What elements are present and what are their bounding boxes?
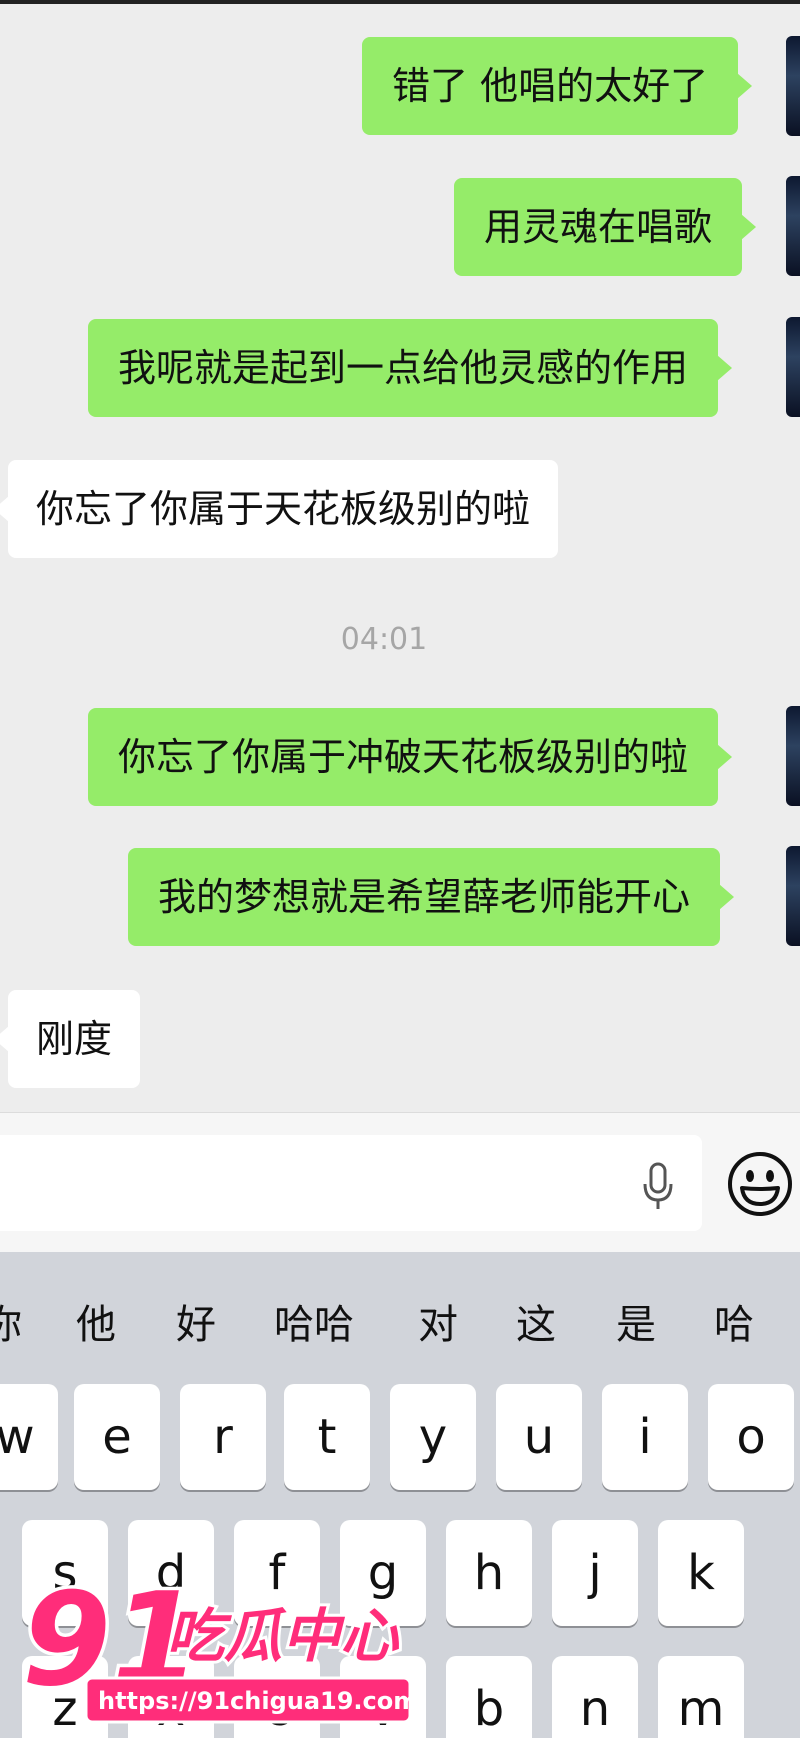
candidate-word[interactable]: 对 <box>418 1292 458 1350</box>
watermark-logo: 91 吃瓜中心 https://91chigua19.com <box>19 1566 418 1724</box>
watermark-url: https://91chigua19.com <box>98 1687 418 1715</box>
candidate-word[interactable]: 是 <box>616 1292 656 1350</box>
message-bubble-outgoing[interactable]: 你忘了你属于冲破天花板级别的啦 <box>88 708 733 806</box>
watermark-name: 吃瓜中心 <box>166 1602 400 1670</box>
message-bubble-incoming[interactable]: 你忘了你属于天花板级别的啦 <box>0 460 559 558</box>
message-bubble-incoming[interactable]: 刚度 <box>0 990 141 1088</box>
input-bar <box>0 1112 800 1252</box>
message-bubble-outgoing[interactable]: 用灵魂在唱歌 <box>454 178 757 276</box>
key-o[interactable]: o <box>708 1384 794 1490</box>
key-h[interactable]: h <box>446 1520 532 1626</box>
key-e[interactable]: e <box>74 1384 160 1490</box>
key-u[interactable]: u <box>496 1384 582 1490</box>
message-timestamp: 04:01 <box>340 622 428 657</box>
avatar[interactable] <box>786 846 800 946</box>
avatar[interactable] <box>786 317 800 417</box>
key-y[interactable]: y <box>390 1384 476 1490</box>
candidate-word[interactable]: 哈哈 <box>274 1292 354 1350</box>
avatar[interactable] <box>786 36 800 136</box>
key-j[interactable]: j <box>552 1520 638 1626</box>
key-n[interactable]: n <box>552 1656 638 1738</box>
key-w[interactable]: w <box>0 1384 58 1490</box>
chat-screen: 错了 他唱的太好了 用灵魂在唱歌 我呢就是起到一点给他灵感的作用 你忘了你属于天… <box>0 0 800 1738</box>
candidate-word[interactable]: 你 <box>0 1292 22 1350</box>
avatar[interactable] <box>786 176 800 276</box>
message-bubble-outgoing[interactable]: 我呢就是起到一点给他灵感的作用 <box>88 319 733 417</box>
key-r[interactable]: r <box>180 1384 266 1490</box>
message-bubble-outgoing[interactable]: 错了 他唱的太好了 <box>362 37 753 135</box>
candidate-word[interactable]: 哈 <box>714 1292 754 1350</box>
candidate-word[interactable]: 他 <box>76 1292 116 1350</box>
key-m[interactable]: m <box>658 1656 744 1738</box>
microphone-icon[interactable] <box>640 1162 676 1212</box>
status-bar-edge <box>0 0 800 4</box>
key-i[interactable]: i <box>602 1384 688 1490</box>
message-input[interactable] <box>0 1135 702 1231</box>
message-bubble-outgoing[interactable]: 我的梦想就是希望薛老师能开心 <box>128 848 735 946</box>
candidate-word[interactable]: 这 <box>516 1292 556 1350</box>
key-k[interactable]: k <box>658 1520 744 1626</box>
avatar[interactable] <box>786 706 800 806</box>
smiley-icon[interactable] <box>726 1150 794 1218</box>
key-b[interactable]: b <box>446 1656 532 1738</box>
candidate-word[interactable]: 好 <box>176 1292 216 1350</box>
key-t[interactable]: t <box>284 1384 370 1490</box>
